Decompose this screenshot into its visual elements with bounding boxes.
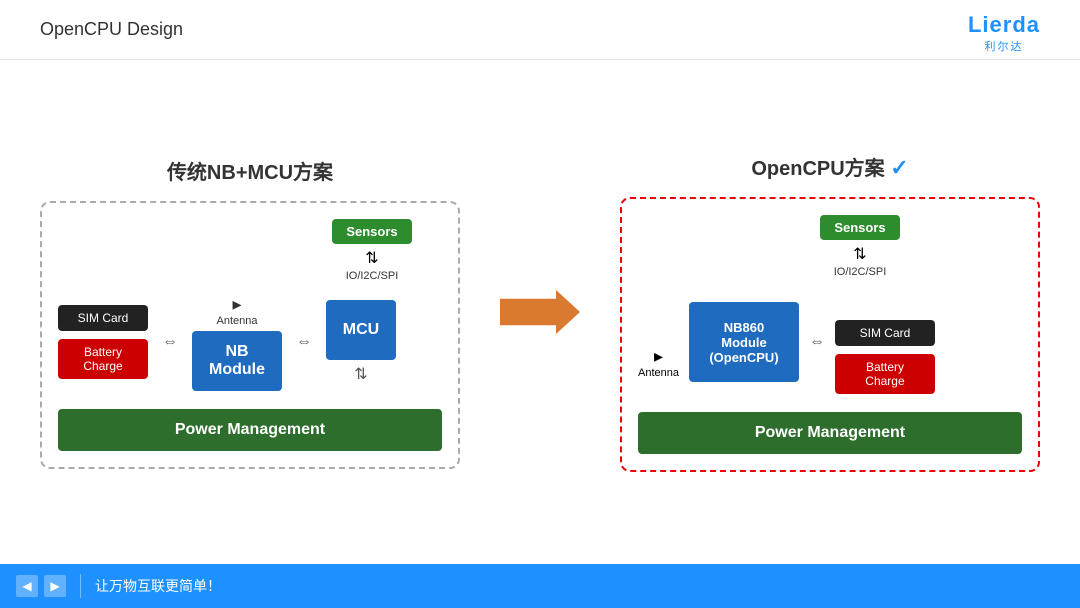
logo: Lierda 利尔达 [968,12,1040,54]
trad-mcu: MCU [326,300,396,360]
trad-antenna-label: Antenna [217,315,258,327]
logo-text: Lierda [968,12,1040,38]
main-content: 传统NB+MCU方案 Sensors ⇅ IO/I2C/SPI [0,60,1080,564]
opencpu-diagram: OpenCPU方案 ✓ Sensors ⇅ IO/I2C/SPI [620,152,1040,472]
opencpu-antenna-label: Antenna [638,367,679,379]
footer: ◀ ▶ 让万物互联更简单！ [0,564,1080,608]
opencpu-battery: Battery Charge [835,354,935,394]
trad-arrow-left: ⇔ [162,333,178,351]
trad-nb-module: NB Module [192,331,282,391]
opencpu-box: Sensors ⇅ IO/I2C/SPI ▸ Antenna NB860 Mo [620,197,1040,472]
traditional-title: 传统NB+MCU方案 [167,156,333,185]
header: OpenCPU Design Lierda 利尔达 [0,0,1080,60]
checkmark: ✓ [890,155,908,180]
trad-io-label: IO/I2C/SPI [346,270,399,282]
traditional-box: Sensors ⇅ IO/I2C/SPI SIM Card Battery Ch… [40,201,460,469]
traditional-diagram: 传统NB+MCU方案 Sensors ⇅ IO/I2C/SPI [40,156,460,469]
footer-slogan: 让万物互联更简单！ [95,576,221,596]
trad-sensors: Sensors [332,219,412,244]
footer-divider [80,574,81,598]
trad-arrow-mid: ⇔ [296,333,312,351]
opencpu-title: OpenCPU方案 ✓ [751,152,908,181]
opencpu-power: Power Management [638,412,1022,454]
trad-battery: Battery Charge [58,339,148,379]
page-title: OpenCPU Design [40,19,183,40]
opencpu-nb-module: NB860 Module (OpenCPU) [689,302,799,382]
transition-arrow [500,290,580,334]
opencpu-sensors: Sensors [820,215,900,240]
footer-nav[interactable]: ◀ ▶ [16,575,66,597]
trad-sim: SIM Card [58,305,148,331]
opencpu-arrow: ⇔ [809,333,825,351]
logo-subtitle: 利尔达 [984,38,1023,54]
nav-next-btn[interactable]: ▶ [44,575,66,597]
trad-power: Power Management [58,409,442,451]
nav-prev-btn[interactable]: ◀ [16,575,38,597]
opencpu-io-label: IO/I2C/SPI [834,266,887,278]
opencpu-sim: SIM Card [835,320,935,346]
trad-antenna: ▸ Antenna [217,294,258,327]
opencpu-antenna: ▸ Antenna [638,346,679,379]
